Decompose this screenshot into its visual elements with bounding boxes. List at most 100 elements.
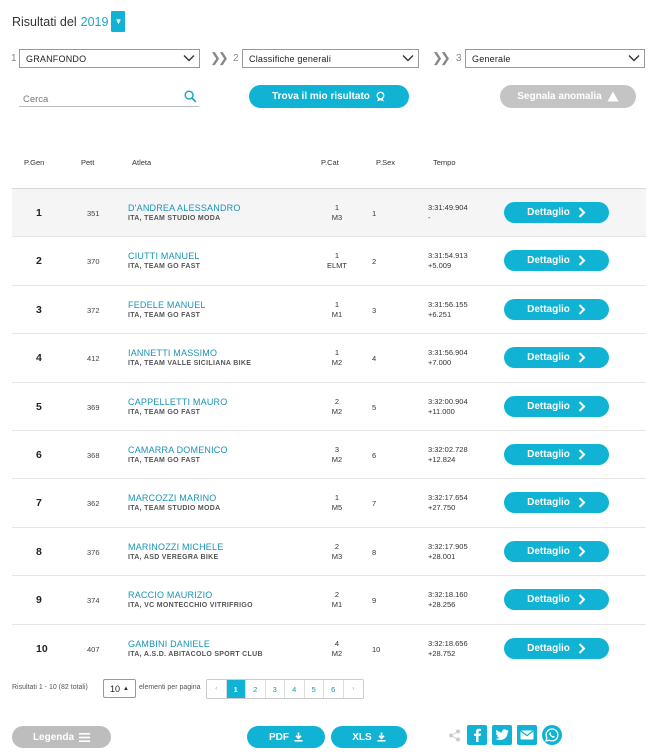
sex-position: 7 <box>372 499 377 509</box>
download-icon <box>377 732 386 742</box>
sex-position: 2 <box>372 257 377 267</box>
detail-label: Dettaglio <box>527 207 570 218</box>
detail-label: Dettaglio <box>527 255 570 267</box>
athlete-team: ITA, TEAM GO FAST <box>128 263 201 271</box>
chevron-right-icon <box>578 546 586 557</box>
col-pett[interactable]: Pett <box>81 158 94 167</box>
chevron-down-icon <box>183 55 195 62</box>
page-1-button[interactable]: 1 <box>226 680 246 698</box>
pdf-download-button[interactable]: PDF <box>247 726 325 748</box>
general-position: 8 <box>36 545 42 558</box>
chevron-right-icon <box>578 642 586 654</box>
year-dropdown-button[interactable]: ▼ <box>111 11 126 32</box>
twitter-icon[interactable] <box>492 725 512 745</box>
xls-label: XLS <box>352 731 372 743</box>
page-2-button[interactable]: 2 <box>246 680 266 698</box>
sex-position: 1 <box>372 209 377 218</box>
athlete-name-link[interactable]: CIUTTI MANUEL <box>128 251 200 261</box>
table-row: 6 368 CAMARRA DOMENICO ITA, TEAM GO FAST… <box>12 429 646 478</box>
whatsapp-icon[interactable] <box>542 725 562 745</box>
page-6-button[interactable]: 6 <box>324 680 344 698</box>
facebook-icon[interactable] <box>467 725 487 745</box>
col-time[interactable]: Tempo <box>433 158 456 167</box>
per-page-select[interactable]: 10 ▲ <box>103 679 136 698</box>
search-input[interactable] <box>19 91 174 108</box>
detail-button[interactable]: Dettaglio <box>504 540 609 562</box>
athlete-name-link[interactable]: GAMBINI DANIELE <box>128 639 210 649</box>
finish-time: 3:32:00.904 +11.000 <box>428 397 468 417</box>
legend-button[interactable]: Legenda <box>12 726 111 748</box>
chevron-right-icon <box>578 352 586 363</box>
col-pgen[interactable]: P.Gen <box>24 158 44 167</box>
general-position: 9 <box>36 594 42 607</box>
chevron-down-icon <box>628 55 640 62</box>
detail-button[interactable]: Dettaglio <box>504 589 609 611</box>
report-anomaly-label: Segnala anomalia <box>517 91 602 102</box>
category-rank: 1 <box>334 203 340 212</box>
detail-button[interactable]: Dettaglio <box>504 443 609 465</box>
time-value: 3:32:18.656 <box>428 638 468 648</box>
detail-button[interactable]: Dettaglio <box>504 637 609 659</box>
xls-download-button[interactable]: XLS <box>331 726 407 748</box>
category-rank: 2 <box>334 541 340 551</box>
detail-button[interactable]: Dettaglio <box>504 298 609 320</box>
chevron-right-icon <box>578 255 586 267</box>
table-row: 4 412 IANNETTI MASSIMO ITA, TEAM VALLE S… <box>12 333 646 381</box>
category-rank: 2 <box>334 590 340 600</box>
finish-time: 3:31:56.904 +7.000 <box>428 348 468 368</box>
athlete-team: ITA, TEAM STUDIO MODA <box>128 215 221 222</box>
detail-button[interactable]: Dettaglio <box>504 395 609 417</box>
bib-number: 351 <box>87 209 100 218</box>
page-3-button[interactable]: 3 <box>266 680 285 698</box>
race-select-value: GRANFONDO <box>26 53 87 64</box>
athlete-name-link[interactable]: RACCIO MAURIZIO <box>128 590 213 600</box>
category-rank: 4 <box>334 638 340 648</box>
time-gap: +28.752 <box>428 648 456 658</box>
finish-time: 3:32:18.656 +28.752 <box>428 639 468 659</box>
bib-number: 376 <box>87 547 100 557</box>
chevron-right-icon <box>578 594 586 605</box>
category-select[interactable]: Generale <box>465 49 645 68</box>
category-position: 1 M1 <box>322 300 352 320</box>
athlete-name-link[interactable]: D'ANDREA ALESSANDRO <box>128 203 241 213</box>
detail-button[interactable]: Dettaglio <box>504 250 609 272</box>
detail-button[interactable]: Dettaglio <box>504 202 609 223</box>
search-box <box>19 89 199 108</box>
table-row: 1 351 D'ANDREA ALESSANDRO ITA, TEAM STUD… <box>12 188 646 237</box>
download-icon <box>294 732 303 742</box>
race-select[interactable]: GRANFONDO <box>19 49 200 68</box>
detail-button[interactable]: Dettaglio <box>504 492 609 514</box>
athlete-name-link[interactable]: FEDELE MANUEL <box>128 300 206 310</box>
athlete-name-link[interactable]: MARCOZZI MARINO <box>128 493 217 503</box>
find-my-result-button[interactable]: Trova il mio risultato <box>249 85 409 108</box>
caret-down-icon: ▲ <box>123 685 129 692</box>
athlete-name-link[interactable]: IANNETTI MASSIMO <box>128 348 217 358</box>
detail-button[interactable]: Dettaglio <box>504 347 609 369</box>
athlete-team: ITA, TEAM GO FAST <box>128 311 201 319</box>
search-icon[interactable] <box>184 90 197 103</box>
col-psex[interactable]: P.Sex <box>376 158 395 167</box>
page-4-button[interactable]: 4 <box>285 680 305 698</box>
ranking-type-select[interactable]: Classifiche generali <box>242 49 419 68</box>
athlete-team: ITA, A.S.D. ABITACOLO SPORT CLUB <box>128 650 263 658</box>
category-value: Generale <box>472 53 511 64</box>
category-rank: 1 <box>334 493 340 503</box>
col-pcat[interactable]: P.Cat <box>321 158 339 167</box>
time-value: 3:32:17.905 <box>428 541 468 551</box>
table-row: 8 376 MARINOZZI MICHELE ITA, ASD VEREGRA… <box>12 526 646 575</box>
email-icon[interactable] <box>517 725 537 745</box>
category-rank: 3 <box>334 444 340 454</box>
col-athlete[interactable]: Atleta <box>132 158 151 167</box>
report-anomaly-button[interactable]: Segnala anomalia <box>500 85 636 108</box>
time-gap: +12.824 <box>428 454 456 464</box>
athlete-name-link[interactable]: CAPPELLETTI MAURO <box>128 397 227 407</box>
legend-label: Legenda <box>32 731 75 743</box>
athlete-name-link[interactable]: MARINOZZI MICHELE <box>128 542 223 552</box>
category-code: M3 <box>331 551 343 561</box>
next-page-button[interactable]: › <box>344 680 364 698</box>
athlete-name-link[interactable]: CAMARRA DOMENICO <box>128 445 228 455</box>
sex-position: 9 <box>372 596 377 606</box>
page-5-button[interactable]: 5 <box>305 680 324 698</box>
time-gap: +5.009 <box>428 261 452 271</box>
prev-page-button[interactable]: ‹ <box>207 680 227 698</box>
